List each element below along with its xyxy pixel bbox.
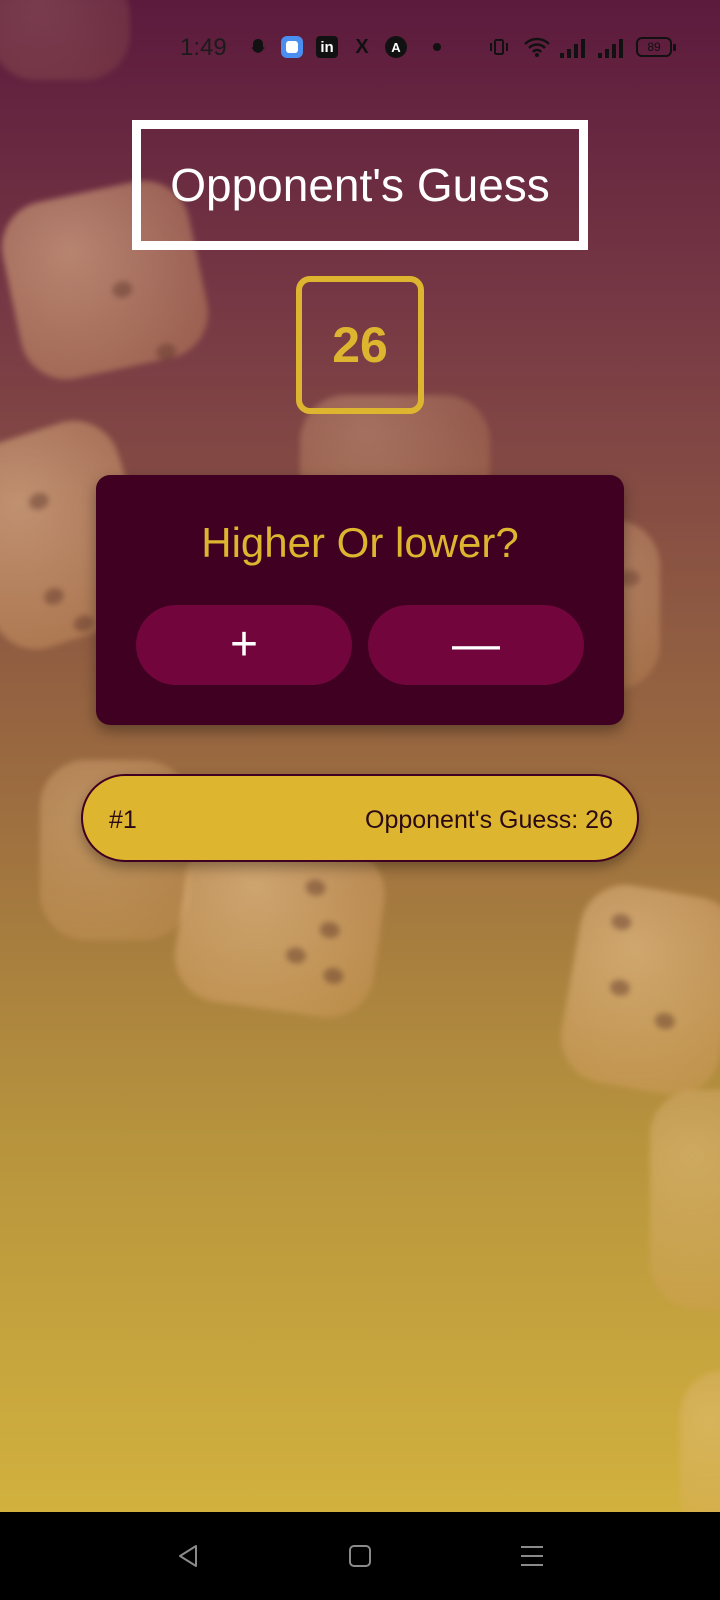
wifi-icon xyxy=(522,36,552,58)
back-icon[interactable] xyxy=(164,1532,212,1580)
current-guess: 26 xyxy=(296,276,424,414)
background-die xyxy=(553,877,720,1103)
guess-log-item: #1 Opponent's Guess: 26 xyxy=(81,774,639,862)
status-bar: 1:49 in X A 89 xyxy=(0,0,720,92)
navigation-bar xyxy=(0,1512,720,1600)
home-icon[interactable] xyxy=(336,1532,384,1580)
higher-button[interactable]: + xyxy=(136,605,352,685)
background-die xyxy=(650,1090,720,1310)
background-die xyxy=(680,1370,720,1512)
guess-log-text: Opponent's Guess: 26 xyxy=(365,806,613,834)
status-time: 1:49 xyxy=(180,34,227,61)
linkedin-icon: in xyxy=(316,36,338,58)
recents-icon[interactable] xyxy=(508,1532,556,1580)
lower-button[interactable]: — xyxy=(368,605,584,685)
guess-round-number: #1 xyxy=(109,806,137,834)
page-title: Opponent's Guess xyxy=(132,120,588,250)
app-icon xyxy=(281,36,303,58)
snapchat-icon xyxy=(247,36,269,58)
dot-icon xyxy=(433,43,441,51)
higher-lower-card: Higher Or lower? + — xyxy=(96,475,624,725)
signal-icon xyxy=(560,36,586,58)
vibrate-icon xyxy=(488,36,510,58)
battery-icon: 89 xyxy=(636,37,676,57)
signal-icon xyxy=(598,36,624,58)
x-icon: X xyxy=(355,35,369,58)
app-a-icon: A xyxy=(385,36,407,58)
higher-lower-prompt: Higher Or lower? xyxy=(201,519,519,566)
